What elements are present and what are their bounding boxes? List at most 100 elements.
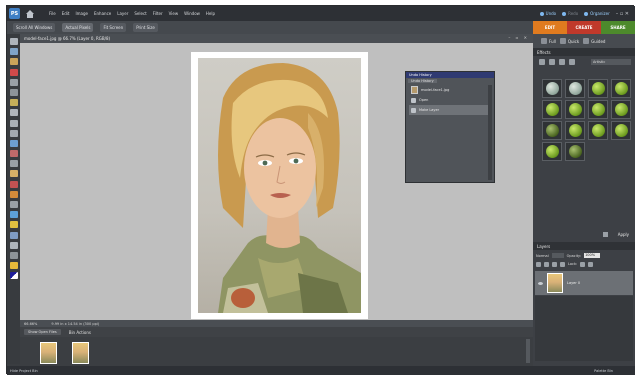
menu-select[interactable]: Select <box>133 10 147 17</box>
show-files-dropdown[interactable]: Show Open Files <box>24 329 61 335</box>
history-scrollbar[interactable] <box>488 85 492 180</box>
redo-link[interactable]: Redo <box>562 11 578 16</box>
red-eye-icon[interactable] <box>9 150 18 158</box>
photo-effects-icon[interactable] <box>559 58 565 65</box>
clone-stamp-icon[interactable] <box>9 170 18 178</box>
home-icon[interactable] <box>25 9 35 19</box>
move-tool-icon[interactable] <box>9 38 18 45</box>
effect-thumbnail[interactable] <box>565 142 585 161</box>
tab-edit[interactable]: EDIT <box>533 21 567 34</box>
history-row-make-layer[interactable]: Make Layer <box>409 105 489 115</box>
menu-help[interactable]: Help <box>205 10 216 17</box>
lock-transparency-icon[interactable] <box>580 261 586 267</box>
bin-actions-menu[interactable]: Bin Actions <box>69 330 91 335</box>
color-swatches-icon[interactable] <box>9 272 18 280</box>
effect-thumbnail[interactable] <box>542 121 562 140</box>
bin-thumbnail[interactable] <box>72 342 89 364</box>
layer-styles-icon[interactable] <box>549 58 555 65</box>
lasso-tool-icon[interactable] <box>9 88 18 96</box>
paint-bucket-icon[interactable] <box>9 211 18 219</box>
palette-bin-button[interactable]: Palette Bin <box>594 369 613 373</box>
undo-link[interactable]: Undo <box>539 11 556 16</box>
bin-scrollbar[interactable] <box>526 339 530 363</box>
lock-all-icon[interactable] <box>588 261 594 267</box>
link-layer-icon[interactable] <box>560 261 565 267</box>
effect-thumbnail[interactable] <box>542 100 562 119</box>
menu-edit[interactable]: Edit <box>61 10 71 17</box>
menu-window[interactable]: Window <box>183 10 201 17</box>
spot-healing-icon[interactable] <box>9 160 18 168</box>
hide-project-bin-button[interactable]: Hide Project Bin <box>10 369 38 373</box>
window-controls[interactable]: – ▫ ✕ <box>616 11 629 17</box>
delete-layer-icon[interactable] <box>552 261 557 267</box>
effect-thumbnail[interactable] <box>565 121 585 140</box>
effect-thumbnail[interactable] <box>611 100 631 119</box>
dodge-tool-icon[interactable] <box>9 262 18 270</box>
blend-mode-field[interactable] <box>551 253 564 258</box>
new-layer-icon[interactable] <box>536 261 541 267</box>
blend-mode-dropdown[interactable]: Normal <box>536 254 549 258</box>
menu-layer[interactable]: Layer <box>116 10 129 17</box>
sponge-tool-icon[interactable] <box>9 251 18 259</box>
adjustment-layer-icon[interactable] <box>544 261 549 267</box>
actual-pixels-button[interactable]: Actual Pixels <box>62 23 94 32</box>
effects-category-dropdown[interactable]: Artistic <box>591 58 631 65</box>
print-size-button[interactable]: Print Size <box>133 23 158 32</box>
effect-thumbnail[interactable] <box>611 79 631 98</box>
gradient-icon[interactable] <box>9 221 18 229</box>
blur-tool-icon[interactable] <box>9 241 18 249</box>
effect-thumbnail[interactable] <box>588 100 608 119</box>
zoom-tool-icon[interactable] <box>9 48 18 56</box>
mode-quick[interactable]: Quick <box>559 38 579 44</box>
history-label: model-face1.jpg <box>421 88 450 92</box>
undo-history-titlebar[interactable]: Undo History <box>406 72 494 78</box>
trash-icon[interactable] <box>602 232 608 237</box>
effect-thumbnail[interactable] <box>611 121 631 140</box>
bin-thumbnail[interactable] <box>40 342 57 364</box>
tab-share[interactable]: SHARE <box>601 21 635 34</box>
effect-thumbnail[interactable] <box>588 121 608 140</box>
menu-enhance[interactable]: Enhance <box>93 10 112 17</box>
brush-icon[interactable] <box>9 190 18 198</box>
all-effects-icon[interactable] <box>569 58 575 65</box>
layer-row[interactable]: Layer 0 <box>535 271 633 295</box>
cookie-cutter-icon[interactable] <box>9 139 18 147</box>
canvas-area[interactable]: Undo History Undo History model-face1.jp… <box>20 43 533 320</box>
fit-screen-button[interactable]: Fit Screen <box>100 23 127 32</box>
visibility-eye-icon[interactable] <box>538 281 543 285</box>
layers-header[interactable]: Layers <box>533 242 635 250</box>
menu-image[interactable]: Image <box>74 10 89 17</box>
effect-thumbnail[interactable] <box>542 79 562 98</box>
crop-tool-icon[interactable] <box>9 129 18 137</box>
effect-thumbnail[interactable] <box>565 79 585 98</box>
menu-filter[interactable]: Filter <box>152 10 164 17</box>
eraser-icon[interactable] <box>9 180 18 188</box>
document-window-controls[interactable]: – ▫ ✕ <box>508 35 529 40</box>
magic-wand-icon[interactable] <box>9 99 18 107</box>
filters-icon[interactable] <box>539 58 545 65</box>
scroll-all-windows-button[interactable]: Scroll All Windows <box>13 23 56 32</box>
effect-thumbnail[interactable] <box>542 142 562 161</box>
undo-history-tab[interactable]: Undo History <box>408 79 437 83</box>
menu-file[interactable]: File <box>48 10 57 17</box>
organizer-link[interactable]: Organizer <box>584 11 610 16</box>
mode-guided[interactable]: Guided <box>583 38 605 44</box>
menu-view[interactable]: View <box>168 10 180 17</box>
smart-brush-icon[interactable] <box>9 201 18 208</box>
history-row-open[interactable]: Open <box>409 95 489 105</box>
mode-full[interactable]: Full <box>541 38 556 44</box>
effect-thumbnail[interactable] <box>565 100 585 119</box>
tab-create[interactable]: CREATE <box>567 21 601 34</box>
eyedropper-icon[interactable] <box>9 68 18 76</box>
opacity-field[interactable]: 100% <box>584 253 601 258</box>
marquee-tool-icon[interactable] <box>9 78 18 86</box>
hand-tool-icon[interactable] <box>9 58 18 66</box>
apply-button[interactable]: Apply <box>618 232 629 237</box>
portrait-photo[interactable] <box>198 58 361 313</box>
quick-selection-icon[interactable] <box>9 109 18 117</box>
history-row-file[interactable]: model-face1.jpg <box>409 85 489 95</box>
shape-tool-icon[interactable] <box>9 231 18 239</box>
effect-thumbnail[interactable] <box>588 79 608 98</box>
type-tool-icon[interactable] <box>9 119 18 127</box>
effects-header[interactable]: Effects <box>533 48 635 56</box>
